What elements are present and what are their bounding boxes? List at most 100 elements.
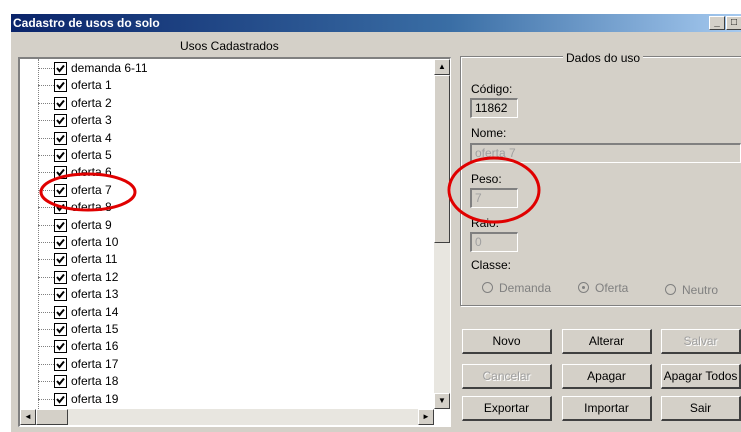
tree-item[interactable]: oferta 12 (20, 269, 420, 286)
tree-branch-line (38, 346, 54, 348)
tree-branch-line (38, 242, 54, 243)
tree-item[interactable]: oferta 18 (20, 373, 420, 390)
tree-item-label: oferta 6 (71, 165, 112, 180)
scroll-down-button[interactable]: ▼ (434, 393, 450, 409)
tree-item[interactable]: oferta 3 (20, 112, 420, 129)
checkbox-checked-icon[interactable] (54, 253, 67, 267)
tree-branch-line (38, 398, 54, 400)
checkbox-checked-icon[interactable] (54, 375, 67, 389)
tree-branch-line (38, 294, 54, 296)
tree-item-label: oferta 17 (71, 356, 119, 371)
tree-item[interactable]: oferta 6 (20, 164, 420, 181)
tree-item[interactable]: oferta 13 (20, 286, 420, 303)
checkbox-checked-icon[interactable] (54, 114, 67, 128)
tree-item[interactable]: oferta 11 (20, 251, 420, 268)
tree-item-label: oferta 1 (71, 78, 112, 93)
checkbox-checked-icon[interactable] (54, 62, 67, 75)
tree-item[interactable]: oferta 14 (20, 304, 420, 321)
horizontal-scrollbar[interactable]: ◄ ► (20, 409, 434, 425)
checkbox-checked-icon[interactable] (54, 149, 67, 162)
tree-item[interactable]: oferta 1 (20, 77, 420, 94)
radio-demanda[interactable]: Demanda (482, 281, 551, 295)
horizontal-scroll-thumb[interactable] (36, 409, 68, 425)
peso-field[interactable]: 7 (470, 188, 518, 208)
tree-branch-line (38, 120, 54, 122)
tree-item-label: oferta 9 (71, 217, 112, 232)
tree-branch-line (38, 85, 54, 87)
radio-neutro[interactable]: Neutro (665, 283, 718, 297)
vertical-scrollbar[interactable]: ▲ ▼ (434, 59, 450, 409)
checkbox-checked-icon[interactable] (54, 201, 67, 215)
window-title: Cadastro de usos do solo (13, 16, 160, 30)
minimize-button[interactable]: _ (709, 16, 725, 30)
checkbox-checked-icon[interactable] (54, 288, 67, 302)
cancelar-button[interactable]: Cancelar (462, 364, 552, 389)
window-title-bar[interactable]: Cadastro de usos do solo _ □ (11, 14, 741, 32)
nome-field[interactable]: oferta 7 (470, 143, 741, 163)
checkbox-checked-icon[interactable] (54, 96, 67, 110)
raio-field[interactable]: 0 (470, 232, 518, 252)
radio-demanda-indicator (482, 282, 493, 293)
radio-oferta-indicator (578, 282, 589, 293)
tree-item[interactable]: oferta 15 (20, 321, 420, 338)
scroll-up-button[interactable]: ▲ (434, 59, 450, 75)
checkbox-checked-icon[interactable] (54, 236, 67, 249)
tree-item[interactable]: oferta 4 (20, 130, 420, 147)
tree-header: Usos Cadastrados (180, 39, 279, 53)
tree-item-label: oferta 15 (71, 322, 119, 336)
checkbox-checked-icon[interactable] (54, 392, 67, 406)
novo-button[interactable]: Novo (462, 329, 552, 354)
usos-tree-view[interactable]: demanda 6-11 oferta 1 oferta 2 oferta 3 ofer… (18, 57, 451, 427)
checkbox-checked-icon[interactable] (54, 357, 67, 371)
tree-item-label: oferta 13 (71, 287, 119, 302)
tree-item[interactable]: oferta 2 (20, 95, 420, 112)
checkbox-checked-icon[interactable] (54, 79, 67, 93)
tree-branch-line (38, 363, 54, 365)
checkbox-checked-icon[interactable] (54, 270, 67, 284)
raio-label: Raio: (471, 216, 500, 230)
tree-item-label: demanda 6-11 (71, 61, 148, 75)
tree-item-label: oferta 5 (71, 148, 112, 162)
tree-branch-line (38, 189, 54, 191)
scroll-left-button[interactable]: ◄ (20, 409, 36, 425)
sair-button[interactable]: Sair (661, 396, 741, 421)
maximize-button[interactable]: □ (726, 16, 741, 30)
tree-item-label: oferta 16 (71, 339, 119, 354)
tree-item-label: oferta 4 (71, 130, 112, 145)
tree-branch-line (38, 311, 54, 313)
tree-item[interactable]: oferta 17 (20, 356, 420, 373)
salvar-button[interactable]: Salvar (661, 329, 741, 354)
checkbox-checked-icon[interactable] (54, 340, 67, 354)
tree-item[interactable]: demanda 6-11 (20, 60, 420, 77)
tree-item-label: oferta 12 (71, 269, 119, 284)
apagar-todos-button[interactable]: Apagar Todos (661, 364, 741, 389)
tree-item-label: oferta 14 (71, 304, 119, 319)
codigo-label: Código: (471, 82, 513, 96)
alterar-button[interactable]: Alterar (562, 329, 652, 354)
importar-button[interactable]: Importar (562, 396, 652, 421)
nome-label: Nome: (471, 126, 507, 140)
tree-branch-line (38, 207, 54, 209)
codigo-field[interactable]: 11862 (470, 98, 518, 118)
tree-branch-line (38, 68, 54, 69)
tree-branch-line (38, 276, 54, 278)
tree-item[interactable]: oferta 5 (20, 147, 420, 164)
radio-oferta[interactable]: Oferta (578, 281, 628, 295)
tree-item[interactable]: oferta 7 (20, 182, 420, 199)
tree-item[interactable]: oferta 19 (20, 391, 420, 408)
checkbox-checked-icon[interactable] (54, 166, 67, 180)
checkbox-checked-icon[interactable] (54, 323, 67, 336)
exportar-button[interactable]: Exportar (462, 396, 552, 421)
tree-item[interactable]: oferta 16 (20, 338, 420, 355)
checkbox-checked-icon[interactable] (54, 305, 67, 319)
checkbox-checked-icon[interactable] (54, 131, 67, 145)
vertical-scroll-thumb[interactable] (434, 75, 450, 243)
scroll-right-button[interactable]: ► (418, 409, 434, 425)
radio-neutro-indicator (665, 284, 676, 295)
checkbox-checked-icon[interactable] (54, 218, 67, 232)
tree-item[interactable]: oferta 8 (20, 199, 420, 216)
apagar-button[interactable]: Apagar (562, 364, 652, 389)
tree-item[interactable]: oferta 10 (20, 234, 420, 251)
checkbox-checked-icon[interactable] (54, 183, 67, 197)
tree-item[interactable]: oferta 9 (20, 217, 420, 234)
